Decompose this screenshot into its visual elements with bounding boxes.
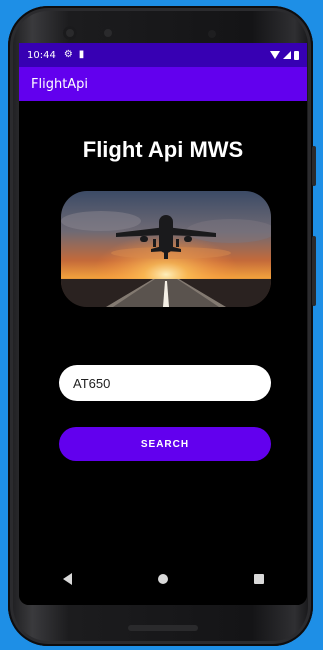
recents-icon — [254, 574, 264, 584]
status-bar: 10:44 ⚙ ▮ — [19, 43, 307, 67]
nav-back-button[interactable] — [47, 559, 87, 599]
front-camera — [63, 26, 77, 40]
airplane-hero-image — [61, 191, 271, 307]
app-title: FlightApi — [31, 76, 89, 92]
app-bar: FlightApi — [19, 67, 307, 101]
flight-number-input[interactable] — [59, 365, 271, 401]
front-sensor — [101, 26, 115, 40]
signal-icon — [283, 51, 291, 59]
nav-home-button[interactable] — [143, 559, 183, 599]
gear-icon: ⚙ — [63, 49, 73, 60]
status-time: 10:44 — [27, 49, 56, 61]
navigation-bar — [19, 553, 307, 605]
proximity-sensor — [208, 30, 216, 38]
power-button — [312, 146, 316, 186]
bottom-speaker — [128, 625, 198, 631]
volume-button — [312, 236, 316, 306]
home-icon — [158, 574, 168, 584]
wifi-icon — [270, 51, 280, 59]
device-screen: 10:44 ⚙ ▮ FlightApi Flight Api MWS AT650… — [19, 43, 307, 605]
back-icon — [62, 573, 72, 585]
page-title: Flight Api MWS — [82, 137, 244, 162]
main-content: Flight Api MWS AT650 SEARCH — [19, 101, 307, 553]
sim-icon: ▮ — [78, 49, 85, 60]
search-button[interactable]: SEARCH — [59, 427, 271, 461]
airplane-takeoff-illustration — [61, 191, 271, 307]
battery-icon — [294, 50, 299, 60]
nav-recents-button[interactable] — [239, 559, 279, 599]
